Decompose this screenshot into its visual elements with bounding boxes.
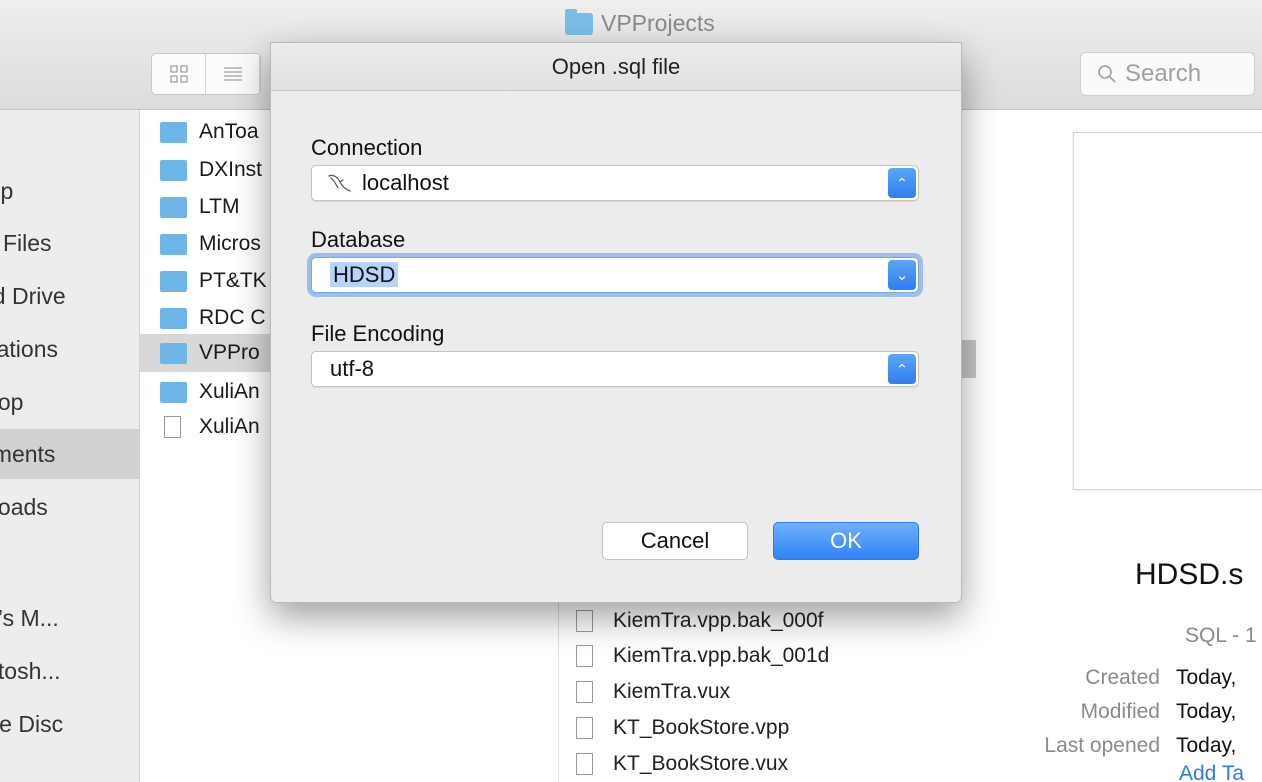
list-item[interactable]: KT_BookStore.vpp — [576, 713, 976, 743]
folder-icon — [565, 8, 593, 35]
sidebar-item-my-files[interactable]: ly Files — [0, 218, 140, 268]
window-title-text: VPProjects — [601, 10, 715, 36]
sidebar-item-airdrop[interactable]: rop — [0, 166, 140, 216]
sidebar-item-desktop[interactable]: ktop — [0, 377, 140, 427]
up-down-chevron-icon: ⌃ — [888, 354, 916, 384]
folder-icon — [160, 233, 187, 255]
up-down-chevron-icon: ⌃ — [888, 168, 916, 198]
file-encoding-select[interactable]: utf-8 ⌃ — [311, 351, 919, 387]
file-encoding-label: File Encoding — [311, 321, 445, 346]
sidebar-item-device-1[interactable]: in’s M... — [0, 593, 140, 643]
sidebar-item-remote-disc[interactable]: ote Disc — [0, 699, 140, 749]
modified-label: Modified — [1080, 700, 1160, 723]
list-item[interactable]: KiemTra.vpp.bak_001d — [576, 641, 976, 671]
sidebar-item-downloads[interactable]: nloads — [0, 482, 140, 532]
sidebar-item-icloud-drive[interactable]: ud Drive — [0, 271, 140, 321]
add-tags-link[interactable]: Add Ta — [1179, 762, 1244, 782]
preview-file-kind: SQL - 1 — [1185, 624, 1257, 647]
database-label: Database — [311, 227, 406, 252]
document-icon — [576, 681, 593, 703]
view-mode-control[interactable] — [151, 53, 261, 95]
sidebar-item-macintosh-hd[interactable]: intosh... — [0, 646, 140, 696]
document-icon — [576, 645, 593, 667]
list-view-button[interactable] — [206, 54, 260, 94]
preview-file-name: HDSD.s — [1135, 558, 1244, 591]
open-sql-dialog: Open .sql file Connection localhost ⌃ Da… — [270, 42, 962, 603]
document-icon — [576, 753, 593, 775]
document-icon — [164, 416, 181, 438]
chevron-down-icon: ⌄ — [888, 260, 916, 290]
search-placeholder: Search — [1125, 60, 1202, 87]
connection-select[interactable]: localhost ⌃ — [311, 165, 919, 201]
search-field[interactable]: Search — [1080, 52, 1255, 96]
last-opened-value: Today, — [1176, 734, 1237, 757]
cancel-button[interactable]: Cancel — [602, 522, 748, 560]
grid-icon — [170, 65, 187, 83]
modified-value: Today, — [1176, 700, 1237, 723]
database-value: HDSD — [330, 262, 399, 287]
list-item[interactable]: KiemTra.vpp.bak_000f — [576, 606, 976, 636]
created-value: Today, — [1176, 666, 1237, 689]
document-icon — [576, 610, 593, 632]
list-item[interactable]: KT_BookStore.vux — [576, 749, 976, 779]
list-icon — [223, 67, 242, 81]
scrollbar-thumb[interactable] — [962, 340, 976, 378]
folder-icon — [160, 121, 187, 143]
folder-icon — [160, 342, 187, 364]
sidebar-item-applications[interactable]: ications — [0, 324, 140, 374]
folder-icon — [160, 381, 187, 403]
window-title: VPProjects — [565, 8, 715, 37]
file-encoding-value: utf-8 — [330, 356, 375, 381]
folder-icon — [160, 159, 187, 181]
folder-icon — [160, 307, 187, 329]
dialog-title: Open .sql file — [271, 43, 961, 91]
search-icon — [1098, 65, 1116, 83]
database-select[interactable]: HDSD ⌄ — [311, 257, 919, 293]
folder-icon — [160, 196, 187, 218]
ok-button[interactable]: OK — [773, 522, 919, 560]
last-opened-label: Last opened — [1044, 734, 1160, 757]
dolphin-icon — [326, 172, 352, 194]
created-label: Created — [1085, 666, 1160, 689]
connection-label: Connection — [311, 135, 423, 160]
connection-value: localhost — [362, 170, 449, 195]
sidebar-item-documents[interactable]: uments — [0, 429, 140, 479]
icon-view-button[interactable] — [152, 54, 206, 94]
document-preview-icon — [1073, 132, 1262, 490]
folder-icon — [160, 270, 187, 292]
document-icon — [576, 717, 593, 739]
list-item[interactable]: KiemTra.vux — [576, 677, 976, 707]
